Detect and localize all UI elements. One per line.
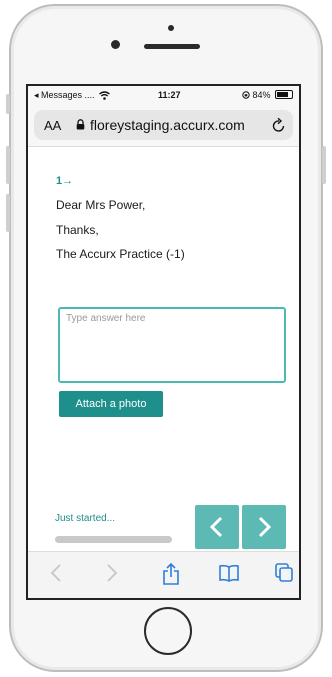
- text-size-button[interactable]: AA: [44, 118, 61, 133]
- chevron-right-icon: [258, 516, 272, 538]
- browser-toolbar: [28, 551, 299, 598]
- answer-input[interactable]: [58, 307, 286, 383]
- chevron-left-icon: [209, 516, 223, 538]
- tabs-icon[interactable]: [274, 562, 294, 584]
- url-field[interactable]: AA floreystaging.accurx.com: [34, 110, 293, 140]
- status-time: 11:27: [158, 90, 181, 100]
- bookmarks-icon[interactable]: [218, 562, 240, 584]
- reload-icon[interactable]: [272, 117, 286, 133]
- status-carrier[interactable]: ◂ Messages ....: [34, 90, 110, 101]
- step-marker: 1→: [56, 175, 74, 187]
- mute-switch: [6, 94, 10, 114]
- progress-bar: [55, 536, 172, 543]
- status-right: 84%: [242, 90, 293, 100]
- message-thanks: Thanks,: [56, 223, 99, 237]
- phone-screen: ◂ Messages .... 11:27 84% AA floreystagi…: [26, 84, 301, 600]
- battery-icon: [275, 90, 293, 99]
- status-bar: ◂ Messages .... 11:27 84%: [28, 86, 299, 104]
- front-camera: [111, 40, 120, 49]
- url-text: floreystaging.accurx.com: [90, 117, 245, 133]
- progress-label: Just started...: [55, 513, 116, 524]
- attach-photo-button[interactable]: Attach a photo: [59, 391, 163, 417]
- share-icon[interactable]: [162, 562, 180, 586]
- proximity-sensor: [168, 25, 174, 31]
- browser-forward-icon[interactable]: [104, 562, 120, 584]
- lock-icon: [76, 119, 85, 130]
- home-button[interactable]: [144, 607, 192, 655]
- volume-up-button: [6, 146, 10, 184]
- browser-back-icon[interactable]: [48, 562, 64, 584]
- earpiece-speaker: [144, 44, 200, 49]
- wifi-icon: [99, 91, 110, 100]
- message-signature: The Accurx Practice (-1): [56, 247, 185, 261]
- power-button: [322, 146, 326, 184]
- browser-address-bar: AA floreystaging.accurx.com: [28, 104, 299, 147]
- message-greeting: Dear Mrs Power,: [56, 198, 146, 212]
- orientation-lock-icon: [242, 91, 250, 99]
- battery-percent: 84%: [252, 90, 271, 100]
- back-button[interactable]: [195, 505, 239, 549]
- next-button[interactable]: [242, 505, 286, 549]
- volume-down-button: [6, 194, 10, 232]
